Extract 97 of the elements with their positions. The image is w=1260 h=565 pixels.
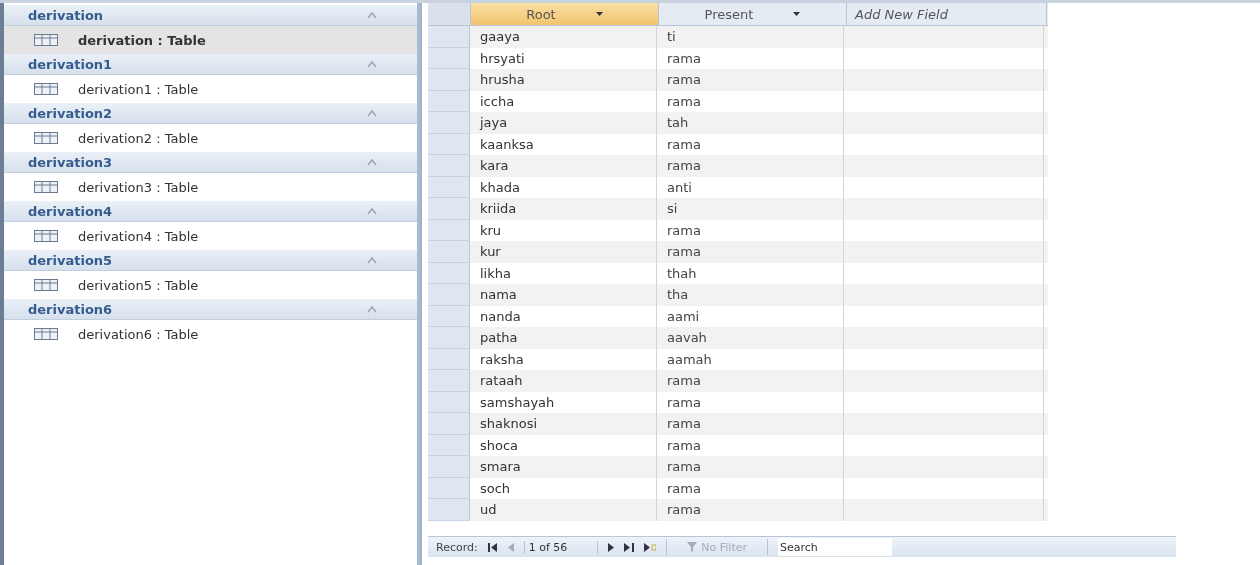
group-title: derivation3 [28, 154, 113, 170]
column-header[interactable]: Add New Field [847, 3, 1047, 25]
row-selector[interactable] [428, 456, 470, 478]
group-header[interactable]: derivation3 [4, 152, 417, 173]
table-item[interactable]: derivation3 : Table [4, 173, 417, 201]
row-selector[interactable] [428, 284, 470, 306]
new-record-icon[interactable] [644, 542, 657, 552]
group-header[interactable]: derivation5 [4, 250, 417, 271]
row-selector[interactable] [428, 219, 470, 241]
row-selector[interactable] [428, 241, 470, 263]
row-selector[interactable] [428, 327, 470, 349]
last-record-icon[interactable] [624, 542, 635, 552]
table-cell: kriida [470, 198, 657, 220]
column-header[interactable]: Root [471, 3, 659, 25]
group-title: derivation5 [28, 252, 113, 268]
record-position-field[interactable]: 1 of 56 [523, 540, 599, 554]
row-selector[interactable] [428, 112, 470, 134]
table-cell: rama [657, 155, 844, 177]
group-header[interactable]: derivation6 [4, 299, 417, 320]
table-cell: gaaya [470, 26, 657, 48]
table-cell: si [657, 198, 844, 220]
row-selector[interactable] [428, 26, 470, 48]
row-selector[interactable] [428, 90, 470, 112]
row-selector[interactable] [428, 176, 470, 198]
table-cell: ud [470, 499, 657, 521]
table-cell: ti [657, 26, 844, 48]
collapse-icon[interactable] [367, 109, 377, 117]
next-record-icon[interactable] [608, 542, 615, 552]
table-item[interactable]: derivation : Table [4, 26, 417, 54]
table-icon [34, 132, 58, 144]
table-cell: jaya [470, 112, 657, 134]
group-title: derivation2 [28, 105, 113, 121]
row-selector[interactable] [428, 413, 470, 435]
collapse-icon[interactable] [367, 256, 377, 264]
row-selector[interactable] [428, 133, 470, 155]
table-cell: rama [657, 241, 844, 263]
table-item[interactable]: derivation5 : Table [4, 271, 417, 299]
table-item[interactable]: derivation2 : Table [4, 124, 417, 152]
collapse-icon[interactable] [367, 305, 377, 313]
table-icon [34, 83, 58, 95]
table-cell: rama [657, 413, 844, 435]
collapse-icon[interactable] [367, 158, 377, 166]
table-cell: shaknosi [470, 413, 657, 435]
group-header[interactable]: derivation2 [4, 103, 417, 124]
row-selector[interactable] [428, 477, 470, 499]
collapse-icon[interactable] [367, 11, 377, 19]
row-selector[interactable] [428, 155, 470, 177]
previous-record-icon[interactable] [507, 542, 514, 552]
group-header[interactable]: derivation1 [4, 54, 417, 75]
row-selector[interactable] [428, 348, 470, 370]
table-icon [34, 181, 58, 193]
column-header[interactable]: Present [659, 3, 847, 25]
table-cell: rama [657, 69, 844, 91]
row-selector[interactable] [428, 370, 470, 392]
first-record-icon[interactable] [487, 542, 498, 552]
table-cell: aavah [657, 327, 844, 349]
group-header[interactable]: derivation [4, 5, 417, 26]
row-selector[interactable] [428, 47, 470, 69]
group-title: derivation4 [28, 203, 113, 219]
table-cell: hrusha [470, 69, 657, 91]
table-icon [34, 328, 58, 340]
row-selector[interactable] [428, 391, 470, 413]
table-cell: smara [470, 456, 657, 478]
table-item[interactable]: derivation4 : Table [4, 222, 417, 250]
table-cell: rama [657, 370, 844, 392]
table-item[interactable]: derivation6 : Table [4, 320, 417, 348]
table-cell: nama [470, 284, 657, 306]
dropdown-icon[interactable] [793, 12, 801, 16]
select-all-corner[interactable] [428, 3, 471, 25]
table-icon [34, 279, 58, 291]
table-cell: tha [657, 284, 844, 306]
table-icon [34, 34, 58, 46]
table-cell: kara [470, 155, 657, 177]
group-header[interactable]: derivation4 [4, 201, 417, 222]
collapse-icon[interactable] [367, 60, 377, 68]
row-selector[interactable] [428, 305, 470, 327]
row-selector[interactable] [428, 434, 470, 456]
row-selector[interactable] [428, 499, 470, 521]
table-icon [34, 230, 58, 242]
record-label: Record: [436, 540, 478, 554]
table-cell: rama [657, 456, 844, 478]
table-cell: tah [657, 112, 844, 134]
table-cell: rama [657, 499, 844, 521]
table-item[interactable]: derivation1 : Table [4, 75, 417, 103]
group-title: derivation [28, 7, 104, 23]
collapse-icon[interactable] [367, 207, 377, 215]
table-cell: rataah [470, 370, 657, 392]
group-title: derivation1 [28, 56, 113, 72]
row-selector[interactable] [428, 262, 470, 284]
row-selector[interactable] [428, 198, 470, 220]
dropdown-icon[interactable] [595, 12, 603, 16]
filter-icon [687, 542, 698, 552]
table-cell: patha [470, 327, 657, 349]
search-field[interactable]: Search [778, 538, 892, 556]
table-cell: kur [470, 241, 657, 263]
row-selector[interactable] [428, 69, 470, 91]
group-title: derivation6 [28, 301, 113, 317]
